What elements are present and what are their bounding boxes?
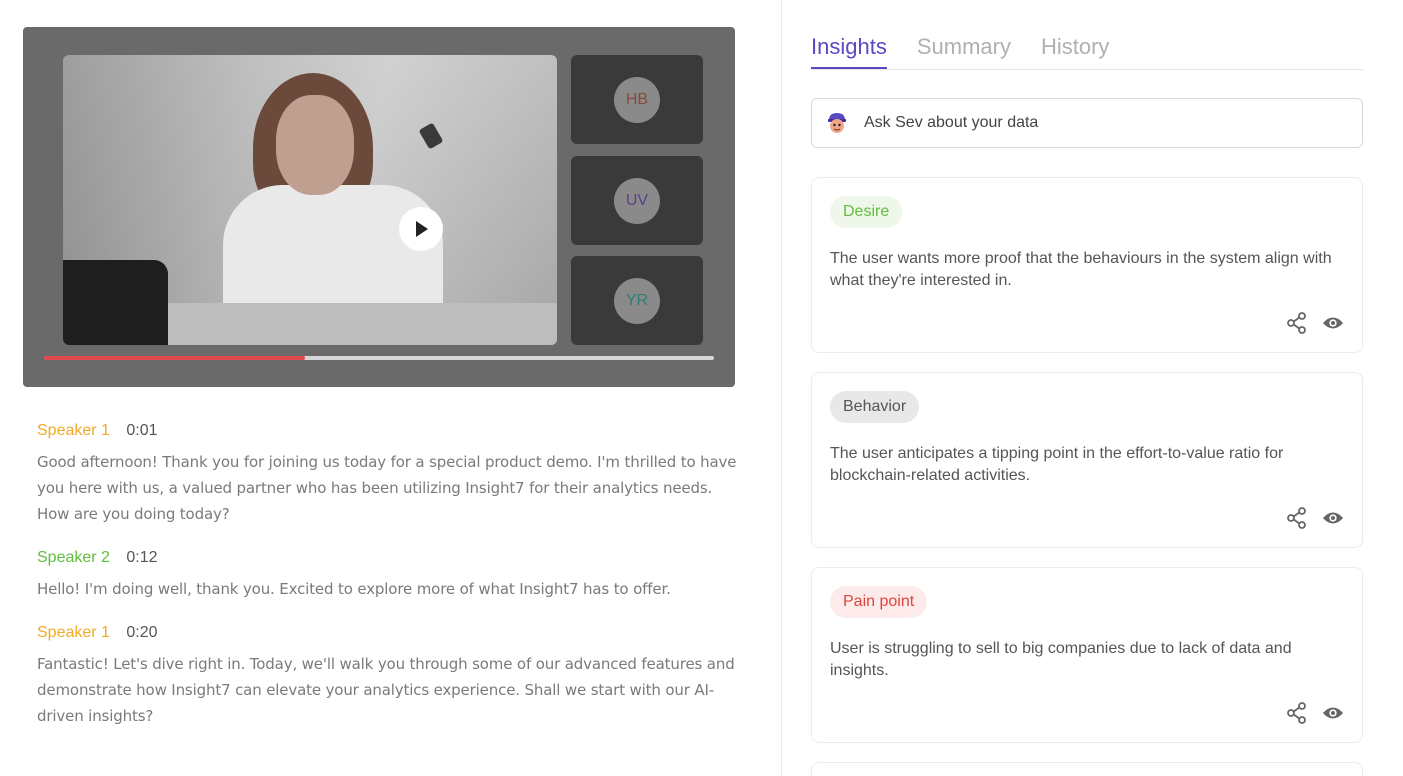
tab-history[interactable]: History: [1041, 34, 1109, 69]
tab-insights[interactable]: Insights: [811, 34, 887, 69]
view-button[interactable]: [1322, 507, 1344, 529]
transcript-text: Hello! I'm doing well, thank you. Excite…: [37, 580, 671, 598]
tab-summary[interactable]: Summary: [917, 34, 1011, 69]
speaker-face: [276, 95, 354, 195]
eye-icon: [1322, 512, 1344, 524]
participant-tile-hb[interactable]: HB: [571, 55, 703, 144]
insight-tag: Pain point: [830, 586, 928, 618]
left-pane: HB UV YR Speaker 1 0:01 Good afternoon! …: [0, 0, 782, 776]
ask-sev-input[interactable]: Ask Sev about your data: [811, 98, 1363, 148]
speaker-name: Speaker 1: [37, 422, 110, 439]
playback-progress-fill: [44, 356, 306, 360]
playback-progress-bar[interactable]: [44, 356, 714, 360]
play-button[interactable]: [399, 207, 443, 251]
insight-card-next[interactable]: [811, 762, 1363, 776]
share-icon: [1287, 312, 1306, 334]
transcript: Speaker 1 0:01 Good afternoon! Thank you…: [37, 422, 742, 751]
insight-tag: Desire: [830, 196, 903, 228]
transcript-entry: Speaker 1 0:20 Fantastic! Let's dive rig…: [37, 624, 742, 729]
insight-tag: Behavior: [830, 391, 920, 423]
view-button[interactable]: [1322, 702, 1344, 724]
pane-divider: [781, 0, 782, 776]
participant-avatar: HB: [614, 76, 660, 123]
participant-tile-uv[interactable]: UV: [571, 156, 703, 245]
speaker-name: Speaker 1: [37, 624, 110, 641]
insight-card-pain-point[interactable]: Pain point User is struggling to sell to…: [811, 567, 1363, 743]
video-player: HB UV YR: [23, 27, 735, 387]
transcript-entry: Speaker 2 0:12 Hello! I'm doing well, th…: [37, 549, 742, 602]
participant-avatar: UV: [614, 177, 660, 224]
timestamp[interactable]: 0:20: [126, 624, 157, 641]
share-button[interactable]: [1286, 702, 1308, 724]
share-icon: [1287, 507, 1306, 529]
eye-icon: [1322, 707, 1344, 719]
speaker-name: Speaker 2: [37, 549, 110, 566]
insight-card-behavior[interactable]: Behavior The user anticipates a tipping …: [811, 372, 1363, 548]
transcript-text: Good afternoon! Thank you for joining us…: [37, 453, 737, 523]
insight-text: User is struggling to sell to big compan…: [830, 640, 1292, 679]
view-button[interactable]: [1322, 312, 1344, 334]
insight-text: The user anticipates a tipping point in …: [830, 445, 1284, 484]
laptop-decoration: [63, 260, 168, 345]
share-button[interactable]: [1286, 507, 1308, 529]
participant-avatar: YR: [614, 277, 660, 324]
sev-bot-icon: [828, 113, 846, 133]
timestamp[interactable]: 0:01: [126, 422, 157, 439]
transcript-entry: Speaker 1 0:01 Good afternoon! Thank you…: [37, 422, 742, 527]
timestamp[interactable]: 0:12: [126, 549, 157, 566]
share-icon: [1287, 702, 1306, 724]
insight-card-desire[interactable]: Desire The user wants more proof that th…: [811, 177, 1363, 353]
share-button[interactable]: [1286, 312, 1308, 334]
main-video[interactable]: [63, 55, 557, 345]
insight-text: The user wants more proof that the behav…: [830, 250, 1332, 289]
play-icon: [416, 221, 428, 237]
participant-tile-yr[interactable]: YR: [571, 256, 703, 345]
ask-sev-label: Ask Sev about your data: [864, 114, 1039, 131]
insight-tabs: Insights Summary History: [811, 34, 1363, 70]
eye-icon: [1322, 317, 1344, 329]
transcript-text: Fantastic! Let's dive right in. Today, w…: [37, 655, 735, 725]
